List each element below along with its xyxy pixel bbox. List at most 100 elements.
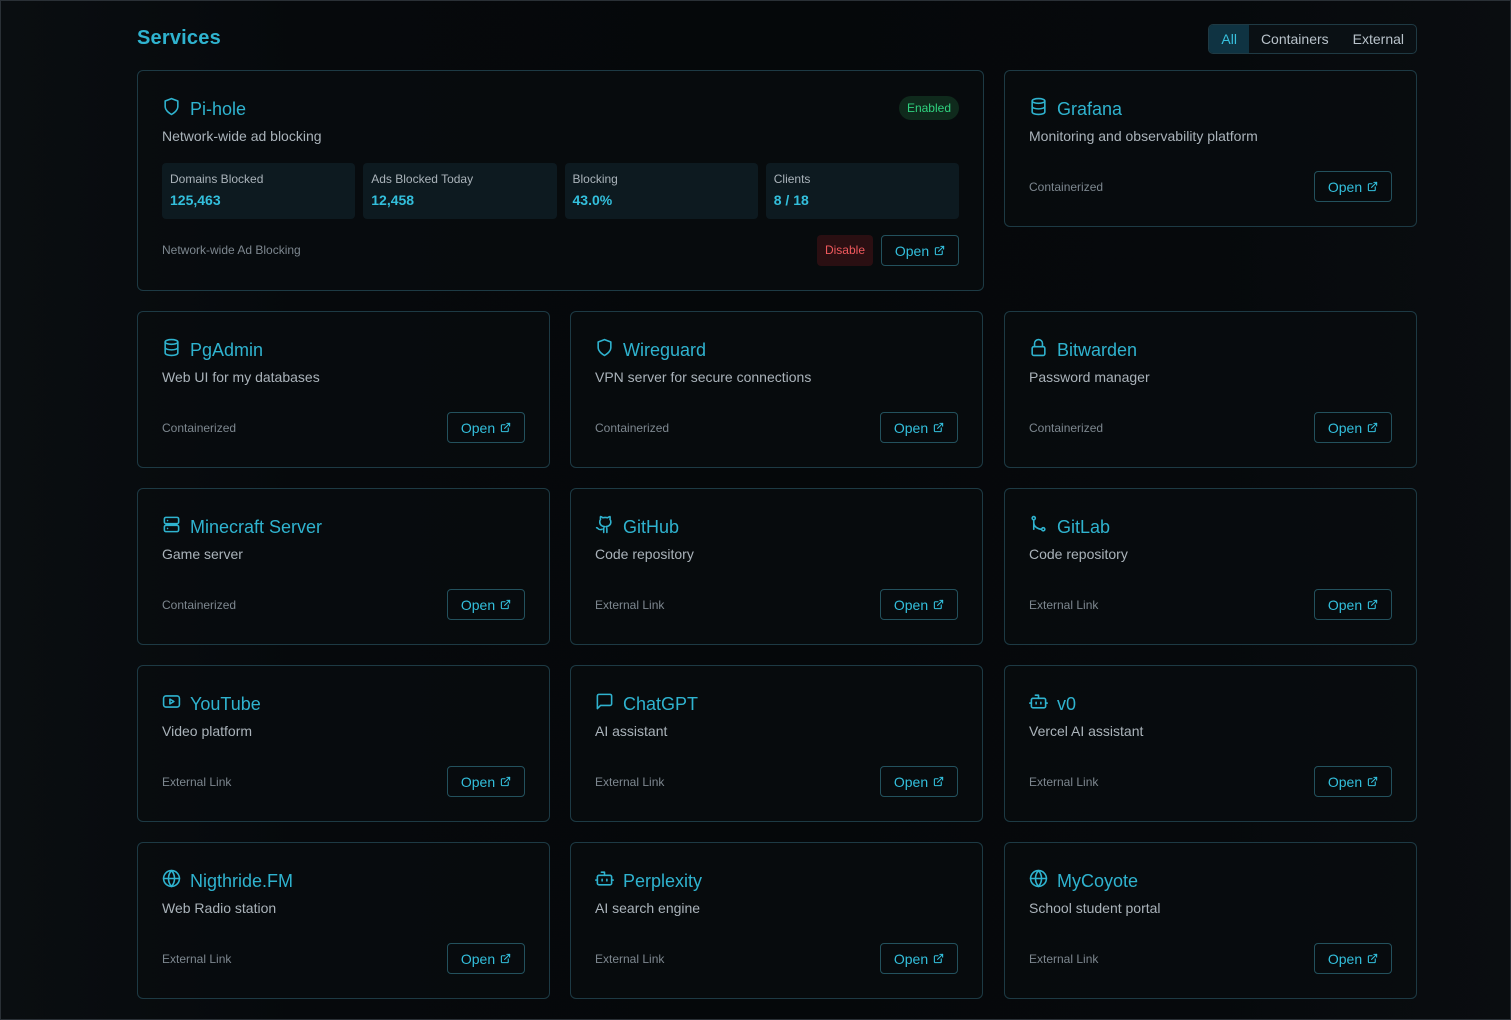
open-button[interactable]: Open: [880, 589, 958, 620]
external-link-icon: [928, 420, 944, 436]
service-description: Video platform: [162, 723, 253, 739]
service-name[interactable]: Perplexity: [623, 870, 702, 892]
external-link-icon: [495, 420, 511, 436]
open-label: Open: [460, 419, 496, 436]
open-button[interactable]: Open: [880, 943, 958, 974]
service-card-header: YouTube: [162, 692, 261, 716]
open-button[interactable]: Open: [1314, 412, 1392, 443]
service-name[interactable]: ChatGPT: [623, 693, 698, 715]
open-button[interactable]: Open: [880, 766, 958, 797]
service-card-v0: v0 Vercel AI assistant External Link Open: [1004, 665, 1417, 822]
open-label: Open: [460, 773, 496, 790]
service-type: External Link: [595, 775, 665, 789]
external-link-icon: [495, 951, 511, 967]
services-page: Services All Containers External Pi-hole…: [137, 1, 1417, 1020]
service-description: AI search engine: [595, 900, 701, 916]
service-card-youtube: YouTube Video platform External Link Open: [137, 665, 550, 822]
open-button[interactable]: Open: [1314, 589, 1392, 620]
server-icon: [162, 515, 190, 539]
service-type: External Link: [162, 952, 232, 966]
open-label: Open: [1327, 596, 1363, 613]
service-description: Network-wide ad blocking: [162, 128, 322, 144]
service-card-header: Wireguard: [595, 338, 706, 362]
pihole-card: Pi-hole Enabled Network-wide ad blocking…: [137, 70, 984, 291]
filter-tab-external[interactable]: External: [1341, 25, 1416, 53]
open-label: Open: [1327, 773, 1363, 790]
stat-value: 12,458: [371, 192, 415, 208]
service-name[interactable]: GitLab: [1057, 516, 1110, 538]
stat-label: Domains Blocked: [170, 172, 264, 186]
service-card-perplexity: Perplexity AI search engine External Link O…: [570, 842, 983, 999]
service-name[interactable]: Pi-hole: [190, 98, 246, 120]
open-label: Open: [893, 596, 929, 613]
service-name[interactable]: YouTube: [190, 693, 261, 715]
open-label: Open: [893, 773, 929, 790]
service-card-header: GitLab: [1029, 515, 1110, 539]
service-card-grafana: Grafana Monitoring and observability plat…: [1004, 70, 1417, 227]
service-description: Web UI for my databases: [162, 369, 320, 385]
service-description: Code repository: [595, 546, 694, 562]
open-label: Open: [894, 242, 930, 259]
service-name[interactable]: GitHub: [623, 516, 679, 538]
status-badge: Enabled: [898, 96, 959, 120]
service-name[interactable]: v0: [1057, 693, 1076, 715]
disable-button[interactable]: Disable: [816, 235, 873, 266]
filter-tab-containers[interactable]: Containers: [1249, 25, 1341, 53]
stat-label: Ads Blocked Today: [371, 172, 474, 186]
service-type: External Link: [595, 598, 665, 612]
service-name[interactable]: Wireguard: [623, 339, 706, 361]
service-type: Containerized: [162, 421, 237, 435]
filter-tab-all[interactable]: All: [1209, 25, 1249, 53]
git-branch-icon: [1029, 515, 1057, 539]
service-name[interactable]: Nigthride.FM: [190, 870, 293, 892]
service-description: Game server: [162, 546, 243, 562]
open-label: Open: [460, 950, 496, 967]
external-link-icon: [1362, 597, 1378, 613]
service-name[interactable]: MyCoyote: [1057, 870, 1138, 892]
globe-icon: [1029, 869, 1057, 893]
open-button[interactable]: Open: [1314, 171, 1392, 202]
database-icon: [162, 338, 190, 362]
open-label: Open: [1327, 419, 1363, 436]
globe-icon: [162, 869, 190, 893]
stat-domains-blocked: Domains Blocked 125,463: [162, 163, 356, 219]
open-button[interactable]: Open: [447, 412, 525, 443]
shield-icon: [162, 97, 190, 121]
open-button[interactable]: Open: [1314, 943, 1392, 974]
lock-icon: [1029, 338, 1057, 362]
service-card-header: Nigthride.FM: [162, 869, 293, 893]
service-card-header: Grafana: [1029, 97, 1122, 121]
service-description: Monitoring and observability platform: [1029, 128, 1258, 144]
service-type: Containerized: [1029, 180, 1104, 194]
stat-value: 43.0%: [572, 192, 613, 208]
open-button[interactable]: Open: [1314, 766, 1392, 797]
service-name[interactable]: Bitwarden: [1057, 339, 1137, 361]
open-button[interactable]: Open: [447, 589, 525, 620]
filter-tabs: All Containers External: [1208, 24, 1417, 54]
service-card-nigthride-fm: Nigthride.FM Web Radio station External Li…: [137, 842, 550, 999]
external-link-icon: [928, 597, 944, 613]
service-name[interactable]: Minecraft Server: [190, 516, 322, 538]
service-description: Vercel AI assistant: [1029, 723, 1144, 739]
database-icon: [1029, 97, 1057, 121]
service-card-github: GitHub Code repository External Link Open: [570, 488, 983, 645]
service-name[interactable]: Grafana: [1057, 98, 1122, 120]
service-description: VPN server for secure connections: [595, 369, 812, 385]
service-type: External Link: [595, 952, 665, 966]
service-type: External Link: [1029, 598, 1099, 612]
github-icon: [595, 515, 623, 539]
open-label: Open: [460, 596, 496, 613]
page-title: Services: [137, 27, 221, 49]
open-button[interactable]: Open: [880, 412, 958, 443]
external-link-icon: [1362, 951, 1378, 967]
service-type: Containerized: [162, 598, 237, 612]
service-description: AI assistant: [595, 723, 668, 739]
service-name[interactable]: PgAdmin: [190, 339, 263, 361]
service-card-header: Perplexity: [595, 869, 702, 893]
open-button[interactable]: Open: [447, 943, 525, 974]
open-button[interactable]: Open: [881, 235, 959, 266]
open-button[interactable]: Open: [447, 766, 525, 797]
service-card-minecraft-server: Minecraft Server Game server Containerized…: [137, 488, 550, 645]
external-link-icon: [495, 774, 511, 790]
bot-icon: [1029, 692, 1057, 716]
